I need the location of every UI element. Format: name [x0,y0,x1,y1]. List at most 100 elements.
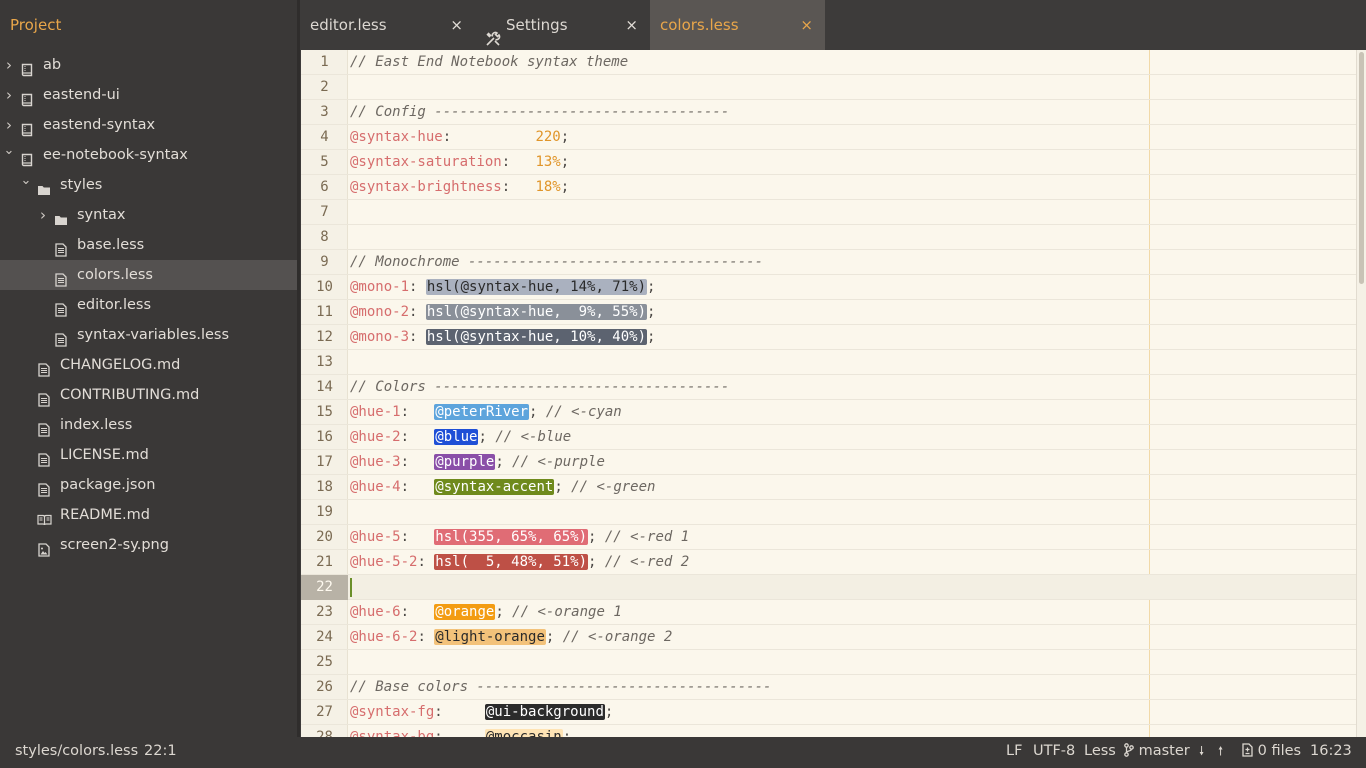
editor-line[interactable]: 23 @hue-6: @orange; // <-orange 1 [301,600,1356,625]
editor-line[interactable]: 6 @syntax-brightness: 18%; [301,175,1356,200]
line-number[interactable]: 14 [301,375,348,400]
editor-line[interactable]: 4 @syntax-hue: 220; [301,125,1356,150]
line-number[interactable]: 28 [301,725,348,737]
tree-item-license-md[interactable]: LICENSE.md [0,440,297,470]
editor-line[interactable]: 27 @syntax-fg: @ui-background; [301,700,1356,725]
line-number[interactable]: 27 [301,700,348,725]
editor-line[interactable]: 8 [301,225,1356,250]
editor-line[interactable]: 7 [301,200,1356,225]
editor-line[interactable]: 9// Monochrome -------------------------… [301,250,1356,275]
status-cursor-position[interactable]: 22:1 [144,737,177,766]
editor-line[interactable]: 15 @hue-1: @peterRiver; // <-cyan [301,400,1356,425]
tree-item-styles[interactable]: ⌄ styles [0,170,297,200]
editor-line[interactable]: 21 @hue-5-2: hsl( 5, 48%, 51%); // <-red … [301,550,1356,575]
line-number[interactable]: 7 [301,200,348,225]
tree-item-ab[interactable]: › ab [0,50,297,80]
editor-line[interactable]: 14// Colors ----------------------------… [301,375,1356,400]
line-number[interactable]: 21 [301,550,348,575]
line-number[interactable]: 2 [301,75,348,100]
git-files[interactable]: 0 files [1242,737,1301,766]
line-number[interactable]: 23 [301,600,348,625]
tree-resize-handle[interactable] [297,0,300,737]
line-number[interactable]: 6 [301,175,348,200]
close-icon[interactable]: × [450,0,463,50]
line-number[interactable]: 9 [301,250,348,275]
editor-line[interactable]: 26// Base colors -----------------------… [301,675,1356,700]
line-number[interactable]: 4 [301,125,348,150]
tree-item-screen2-sy-png[interactable]: screen2-sy.png [0,530,297,560]
editor-line[interactable]: 25 [301,650,1356,675]
git-branch[interactable]: master [1124,737,1190,766]
code-variable: @hue-4 [350,479,401,495]
editor-line[interactable]: 2 [301,75,1356,100]
vertical-scrollbar[interactable] [1356,50,1366,737]
text-editor[interactable]: 1// East End Notebook syntax theme 2 3// C… [301,50,1356,737]
editor-line[interactable]: 11 @mono-2: hsl(@syntax-hue, 9%, 55%); [301,300,1356,325]
close-icon[interactable]: × [800,0,813,50]
chevron-right-icon[interactable]: › [37,200,49,230]
line-number[interactable]: 17 [301,450,348,475]
status-grammar[interactable]: Less [1084,737,1116,766]
line-number[interactable]: 16 [301,425,348,450]
chevron-right-icon[interactable]: › [3,50,15,80]
tree-item-syntax-variables-less[interactable]: syntax-variables.less [0,320,297,350]
editor-line[interactable]: 5 @syntax-saturation: 13%; [301,150,1356,175]
editor-line[interactable]: 20 @hue-5: hsl(355, 65%, 65%); // <-red 1 [301,525,1356,550]
editor-line[interactable]: 3// Config -----------------------------… [301,100,1356,125]
editor-line[interactable]: 17 @hue-3: @purple; // <-purple [301,450,1356,475]
line-number[interactable]: 5 [301,150,348,175]
line-number[interactable]: 26 [301,675,348,700]
chevron-right-icon[interactable]: › [3,80,15,110]
tree-item-base-less[interactable]: base.less [0,230,297,260]
line-number[interactable]: 18 [301,475,348,500]
scrollbar-thumb[interactable] [1359,52,1364,284]
editor-line[interactable]: 24 @hue-6-2: @light-orange; // <-orange 2 [301,625,1356,650]
tree-item-ee-notebook-syntax[interactable]: ⌄ ee-notebook-syntax [0,140,297,170]
line-number[interactable]: 11 [301,300,348,325]
tab-settings[interactable]: Settings × [475,0,650,50]
code-number: 13% [535,154,561,170]
chevron-down-icon[interactable]: ⌄ [20,166,32,196]
editor-line[interactable]: 22 [301,575,1356,600]
tree-item-eastend-syntax[interactable]: › eastend-syntax [0,110,297,140]
line-number[interactable]: 10 [301,275,348,300]
fetch-up-icon[interactable]: 🠕 [1218,737,1223,766]
editor-line[interactable]: 16 @hue-2: @blue; // <-blue [301,425,1356,450]
editor-line[interactable]: 28 @syntax-bg: @moccasin; [301,725,1356,737]
line-number[interactable]: 3 [301,100,348,125]
tree-item-eastend-ui[interactable]: › eastend-ui [0,80,297,110]
editor-line[interactable]: 10 @mono-1: hsl(@syntax-hue, 14%, 71%); [301,275,1356,300]
close-icon[interactable]: × [625,0,638,50]
line-number[interactable]: 19 [301,500,348,525]
tree-item-changelog-md[interactable]: CHANGELOG.md [0,350,297,380]
tree-item-colors-less[interactable]: colors.less [0,260,297,290]
editor-line[interactable]: 1// East End Notebook syntax theme [301,50,1356,75]
status-encoding[interactable]: UTF-8 [1033,737,1075,766]
line-number[interactable]: 15 [301,400,348,425]
chevron-down-icon[interactable]: ⌄ [3,136,15,166]
line-number[interactable]: 8 [301,225,348,250]
color-swatch: hsl(355, 65%, 65%) [434,529,589,545]
line-number[interactable]: 12 [301,325,348,350]
line-number[interactable]: 24 [301,625,348,650]
tree-item-index-less[interactable]: index.less [0,410,297,440]
tree-item-readme-md[interactable]: README.md [0,500,297,530]
line-number[interactable]: 20 [301,525,348,550]
line-number[interactable]: 1 [301,50,348,75]
status-line-ending[interactable]: LF [1006,737,1022,766]
editor-line[interactable]: 12 @mono-3: hsl(@syntax-hue, 10%, 40%); [301,325,1356,350]
status-file-path[interactable]: styles/colors.less [15,737,138,766]
line-number[interactable]: 22 [301,575,348,600]
editor-line[interactable]: 19 [301,500,1356,525]
fetch-down-icon[interactable]: 🠗 [1199,737,1204,766]
tree-item-contributing-md[interactable]: CONTRIBUTING.md [0,380,297,410]
line-number[interactable]: 13 [301,350,348,375]
tab-colors-less[interactable]: colors.less × [650,0,825,50]
tree-item-syntax[interactable]: › syntax [0,200,297,230]
editor-line[interactable]: 13 [301,350,1356,375]
tree-item-editor-less[interactable]: editor.less [0,290,297,320]
editor-line[interactable]: 18 @hue-4: @syntax-accent; // <-green [301,475,1356,500]
tree-item-package-json[interactable]: package.json [0,470,297,500]
line-number[interactable]: 25 [301,650,348,675]
tab-editor-less[interactable]: editor.less × [300,0,475,50]
